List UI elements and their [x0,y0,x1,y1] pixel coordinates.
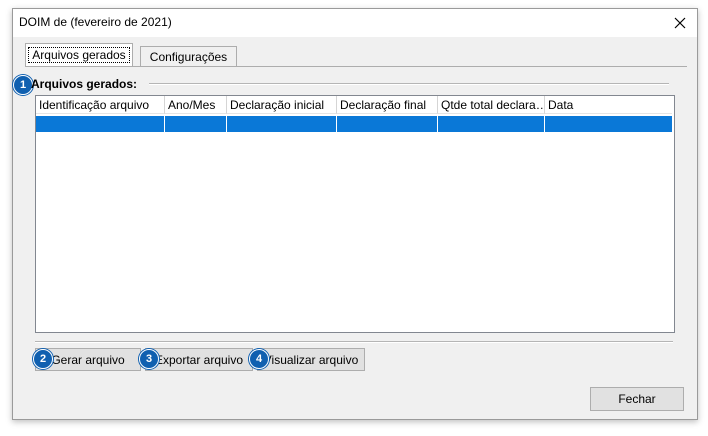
window-title: DOIM de (fevereiro de 2021) [19,15,172,29]
table-cell [545,116,672,132]
close-window-button[interactable] [663,9,697,37]
button-label: Fechar [618,392,656,406]
button-label: Exportar arquivo [154,352,244,367]
group-label: Arquivos gerados: [31,77,138,91]
close-icon [674,17,686,29]
bottom-divider [35,341,673,343]
column-header-declaracao-inicial[interactable]: Declaração inicial [227,96,337,114]
table-cell [36,116,165,132]
step-badge-1: 1 [13,75,33,95]
table-cell [337,116,438,132]
view-file-button[interactable]: Visualizar arquivo [257,348,365,371]
list-header: Identificação arquivo Ano/Mes Declaração… [36,96,672,115]
files-list-view[interactable]: Identificação arquivo Ano/Mes Declaração… [35,95,675,333]
tab-label: Configurações [149,50,228,64]
column-header-data[interactable]: Data [545,96,672,114]
column-header-declaracao-final[interactable]: Declaração final [337,96,438,114]
table-cell [227,116,337,132]
column-header-qtde-total[interactable]: Qtde total declara… [438,96,545,114]
tab-label: Arquivos gerados [28,47,130,63]
close-button[interactable]: Fechar [590,387,684,411]
tab-configuracoes[interactable]: Configurações [140,46,237,67]
table-cell [165,116,227,132]
column-header-ano-mes[interactable]: Ano/Mes [165,96,227,114]
step-badge-4: 4 [249,349,269,369]
group-divider [149,83,669,85]
dialog-window: DOIM de (fevereiro de 2021) Arquivos ger… [12,8,698,420]
tab-arquivos-gerados[interactable]: Arquivos gerados [25,43,133,66]
table-cell [438,116,545,132]
button-label: Visualizar arquivo [263,352,359,367]
title-bar: DOIM de (fevereiro de 2021) [13,9,697,37]
column-header-identificacao[interactable]: Identificação arquivo [36,96,165,114]
step-badge-3: 3 [139,349,159,369]
button-label: Gerar arquivo [51,352,125,367]
table-row[interactable] [36,116,672,132]
export-file-button[interactable]: Exportar arquivo [145,348,253,371]
step-badge-2: 2 [33,349,53,369]
